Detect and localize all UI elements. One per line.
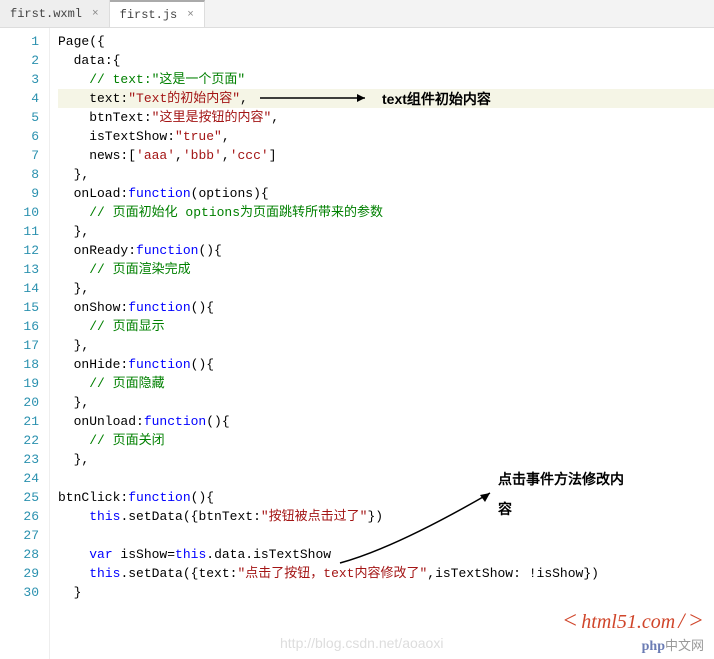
code-line: },	[58, 165, 714, 184]
code-line: var isShow=this.data.isTextShow	[58, 545, 714, 564]
code-line: // 页面关闭	[58, 431, 714, 450]
close-icon[interactable]: ×	[187, 9, 194, 21]
code-line: btnClick:function(){	[58, 488, 714, 507]
code-line: },	[58, 279, 714, 298]
line-gutter: 12345 678910 1112131415 1617181920 21222…	[0, 28, 50, 659]
code-line: text:"Text的初始内容",	[58, 89, 714, 108]
tab-label: first.js	[120, 8, 178, 22]
watermark-csdn: http://blog.csdn.net/aoaoxi	[280, 635, 443, 651]
code-line: // 页面显示	[58, 317, 714, 336]
code-line: },	[58, 450, 714, 469]
code-line: this.setData({text:"点击了按钮，text内容修改了",isT…	[58, 564, 714, 583]
code-line: onReady:function(){	[58, 241, 714, 260]
code-line: // 页面渲染完成	[58, 260, 714, 279]
code-line: },	[58, 393, 714, 412]
code-line: onLoad:function(options){	[58, 184, 714, 203]
close-icon[interactable]: ×	[92, 8, 99, 20]
code-line: news:['aaa','bbb','ccc']	[58, 146, 714, 165]
tab-label: first.wxml	[10, 7, 82, 21]
code-line: // text:"这是一个页面"	[58, 70, 714, 89]
code-line: btnText:"这里是按钮的内容",	[58, 108, 714, 127]
code-line: // 页面初始化 options为页面跳转所带来的参数	[58, 203, 714, 222]
watermark-php: < html51.com / > php中文网	[562, 608, 704, 655]
tab-first-wxml[interactable]: first.wxml ×	[0, 0, 110, 27]
code-line: data:{	[58, 51, 714, 70]
code-line: }	[58, 583, 714, 602]
code-line: this.setData({btnText:"按钮被点击过了"})	[58, 507, 714, 526]
code-line: onUnload:function(){	[58, 412, 714, 431]
code-line: onShow:function(){	[58, 298, 714, 317]
code-line	[58, 526, 714, 545]
code-line: onHide:function(){	[58, 355, 714, 374]
code-line	[58, 469, 714, 488]
tab-first-js[interactable]: first.js ×	[110, 0, 205, 27]
code-line: isTextShow:"true",	[58, 127, 714, 146]
tab-bar: first.wxml × first.js ×	[0, 0, 714, 28]
code-area[interactable]: Page({ data:{ // text:"这是一个页面" text:"Tex…	[50, 28, 714, 659]
code-line: Page({	[58, 32, 714, 51]
code-line: },	[58, 222, 714, 241]
code-editor[interactable]: 12345 678910 1112131415 1617181920 21222…	[0, 28, 714, 659]
code-line: },	[58, 336, 714, 355]
code-line: // 页面隐藏	[58, 374, 714, 393]
